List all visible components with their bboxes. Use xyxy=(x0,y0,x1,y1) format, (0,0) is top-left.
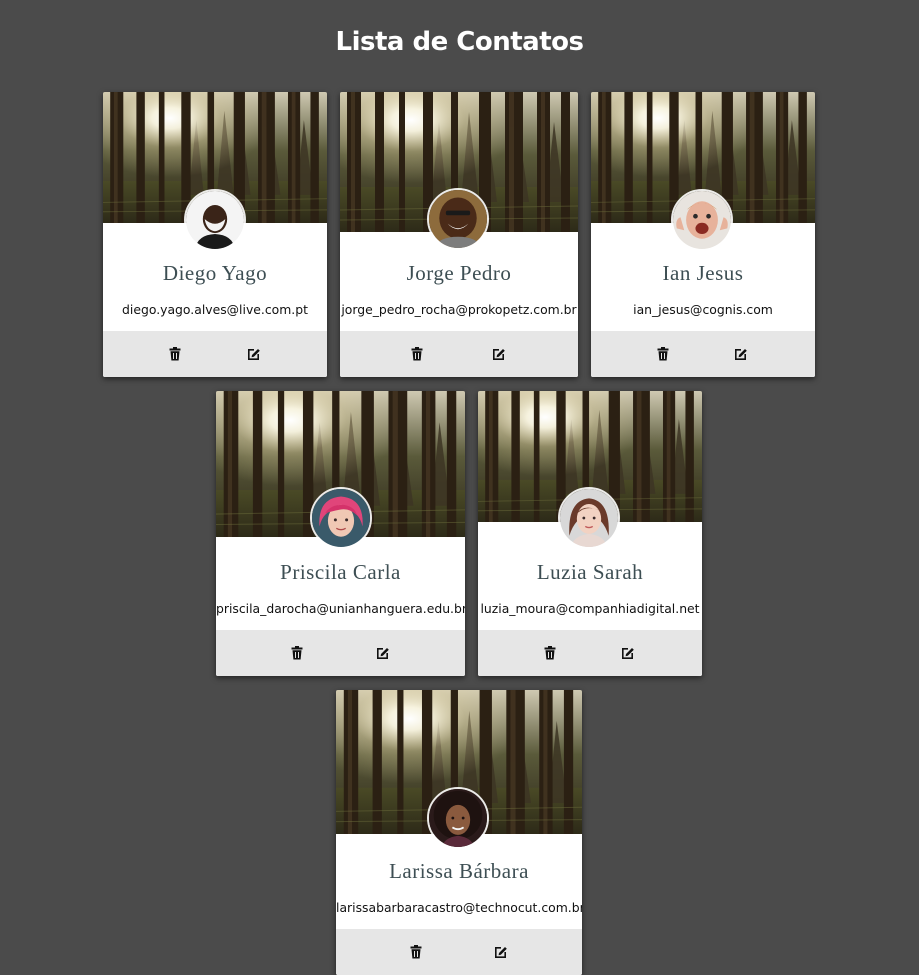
delete-button[interactable] xyxy=(653,344,673,364)
contact-card: Priscila Carla priscila_darocha@unianhan… xyxy=(216,391,465,676)
card-actions xyxy=(478,630,702,676)
delete-button[interactable] xyxy=(287,643,307,663)
contact-name: Larissa Bárbara xyxy=(389,859,529,883)
contact-name: Diego Yago xyxy=(162,261,268,285)
delete-button[interactable] xyxy=(406,942,426,962)
edit-button[interactable] xyxy=(373,643,393,663)
edit-button[interactable] xyxy=(491,942,511,962)
contact-card: Luzia Sarah luzia_moura@companhiadigital… xyxy=(478,391,702,676)
contact-email: larissabarbaracastro@technocut.com.br xyxy=(336,900,582,915)
avatar xyxy=(184,189,246,251)
edit-button[interactable] xyxy=(731,344,751,364)
edit-icon xyxy=(493,349,505,360)
trash-icon xyxy=(291,646,303,660)
edit-icon xyxy=(495,947,507,958)
edit-button[interactable] xyxy=(489,344,509,364)
contact-card: Ian Jesus ian_jesus@cognis.com xyxy=(591,92,815,377)
contact-email: ian_jesus@cognis.com xyxy=(633,302,773,317)
card-actions xyxy=(591,331,815,377)
trash-icon xyxy=(411,347,423,361)
avatar xyxy=(671,189,733,251)
avatar xyxy=(310,487,372,549)
contact-name: Ian Jesus xyxy=(662,261,744,285)
contact-email: jorge_pedro_rocha@prokopetz.com.br xyxy=(341,302,577,317)
edit-button[interactable] xyxy=(618,643,638,663)
edit-icon xyxy=(622,648,634,659)
trash-icon xyxy=(410,945,422,959)
card-actions xyxy=(336,929,582,975)
contact-email: luzia_moura@companhiadigital.net xyxy=(480,601,700,616)
card-actions xyxy=(340,331,578,377)
trash-icon xyxy=(657,347,669,361)
avatar xyxy=(558,487,620,549)
delete-button[interactable] xyxy=(540,643,560,663)
contact-name: Luzia Sarah xyxy=(536,560,644,584)
avatar xyxy=(427,787,489,849)
edit-icon xyxy=(377,648,389,659)
contact-card: Jorge Pedro jorge_pedro_rocha@prokopetz.… xyxy=(340,92,578,377)
contact-email: priscila_darocha@unianhanguera.edu.br xyxy=(216,601,465,616)
trash-icon xyxy=(544,646,556,660)
contact-card: Diego Yago diego.yago.alves@live.com.pt xyxy=(103,92,327,377)
contact-email: diego.yago.alves@live.com.pt xyxy=(122,302,308,317)
edit-icon xyxy=(735,349,747,360)
trash-icon xyxy=(169,347,181,361)
contact-card: Larissa Bárbara larissabarbaracastro@tec… xyxy=(336,690,582,975)
edit-button[interactable] xyxy=(244,344,264,364)
card-actions xyxy=(103,331,327,377)
contact-name: Jorge Pedro xyxy=(406,261,512,285)
delete-button[interactable] xyxy=(165,344,185,364)
edit-icon xyxy=(248,349,260,360)
contact-name: Priscila Carla xyxy=(280,560,401,584)
avatar xyxy=(427,188,489,250)
delete-button[interactable] xyxy=(407,344,427,364)
page-title: Lista de Contatos xyxy=(335,27,584,57)
card-actions xyxy=(216,630,465,676)
